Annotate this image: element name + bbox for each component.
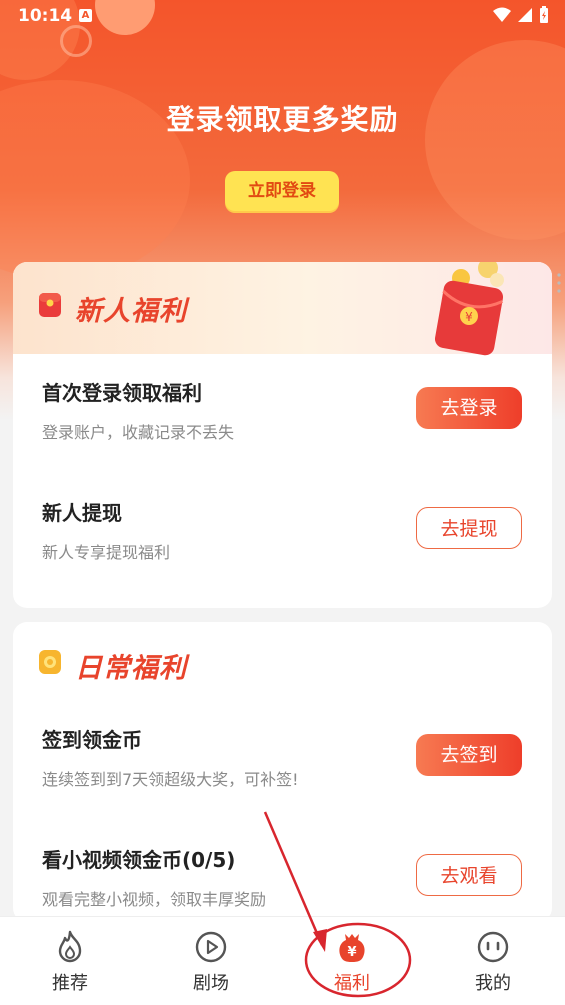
task-subtitle: 新人专享提现福利 [42,543,171,562]
task-subtitle: 登录账户，收藏记录不丢失 [42,423,235,442]
task-row: 看小视频领金币(0/5) 观看完整小视频，领取丰厚奖励 去观看 [13,844,552,922]
red-envelope-illustration-icon: ¥ [434,262,504,356]
bottom-nav: 推荐 剧场 ¥ 福利 我的 [0,916,565,1005]
svg-text:¥: ¥ [465,310,473,324]
task-row: 首次登录领取福利 登录账户，收藏记录不丢失 去登录 [13,377,552,477]
wifi-icon [493,7,511,22]
task-title: 新人提现 [42,501,122,525]
hero-title: 登录领取更多奖励 [166,103,399,136]
go-checkin-button[interactable]: 去签到 [416,734,522,776]
status-bar: 10:14 A [0,0,565,30]
nav-label: 福利 [334,973,370,994]
task-subtitle: 观看完整小视频，领取丰厚奖励 [42,890,267,909]
signal-icon [518,8,532,22]
section-title: 日常福利 [75,653,187,684]
nav-label: 我的 [475,973,511,994]
nav-item-theater[interactable]: 剧场 [166,929,256,995]
nav-label: 剧场 [193,973,229,994]
task-title: 签到领金币 [42,728,142,752]
task-subtitle: 连续签到到7天领超级大奖，可补签! [42,770,299,789]
money-bag-icon: ¥ [339,934,365,962]
red-envelope-icon [39,293,61,317]
flame-icon [58,930,82,963]
play-icon [195,931,227,963]
newcomer-benefits-card: 新人福利 ¥ 首次登录领取福利 登录账户，收藏记录不丢失 去登录 新人提现 新人… [13,262,552,608]
system-icons [493,6,549,24]
face-icon [477,931,509,963]
task-title: 看小视频领金币(0/5) [42,848,236,872]
go-login-button[interactable]: 去登录 [416,387,522,429]
nav-item-recommend[interactable]: 推荐 [25,929,115,995]
go-watch-button[interactable]: 去观看 [416,854,522,896]
scrollbar[interactable] [557,272,561,294]
go-withdraw-button[interactable]: 去提现 [416,507,522,549]
svg-text:¥: ¥ [347,945,356,960]
login-now-button[interactable]: 立即登录 [225,171,339,211]
task-row: 新人提现 新人专享提现福利 去提现 [13,497,552,597]
section-title: 新人福利 [75,296,187,327]
task-row: 签到领金币 连续签到到7天领超级大奖，可补签! 去签到 [13,724,552,824]
notification-icon: A [79,9,92,22]
daily-benefits-card: 日常福利 签到领金币 连续签到到7天领超级大奖，可补签! 去签到 看小视频领金币… [13,622,552,922]
nav-item-mine[interactable]: 我的 [448,929,538,995]
decor-blob [425,40,565,240]
status-time: 10:14 [18,6,73,26]
task-title: 首次登录领取福利 [42,381,202,405]
nav-item-welfare[interactable]: ¥ 福利 [307,929,397,995]
coin-icon [39,650,61,674]
battery-icon [540,6,548,23]
nav-label: 推荐 [52,973,88,994]
